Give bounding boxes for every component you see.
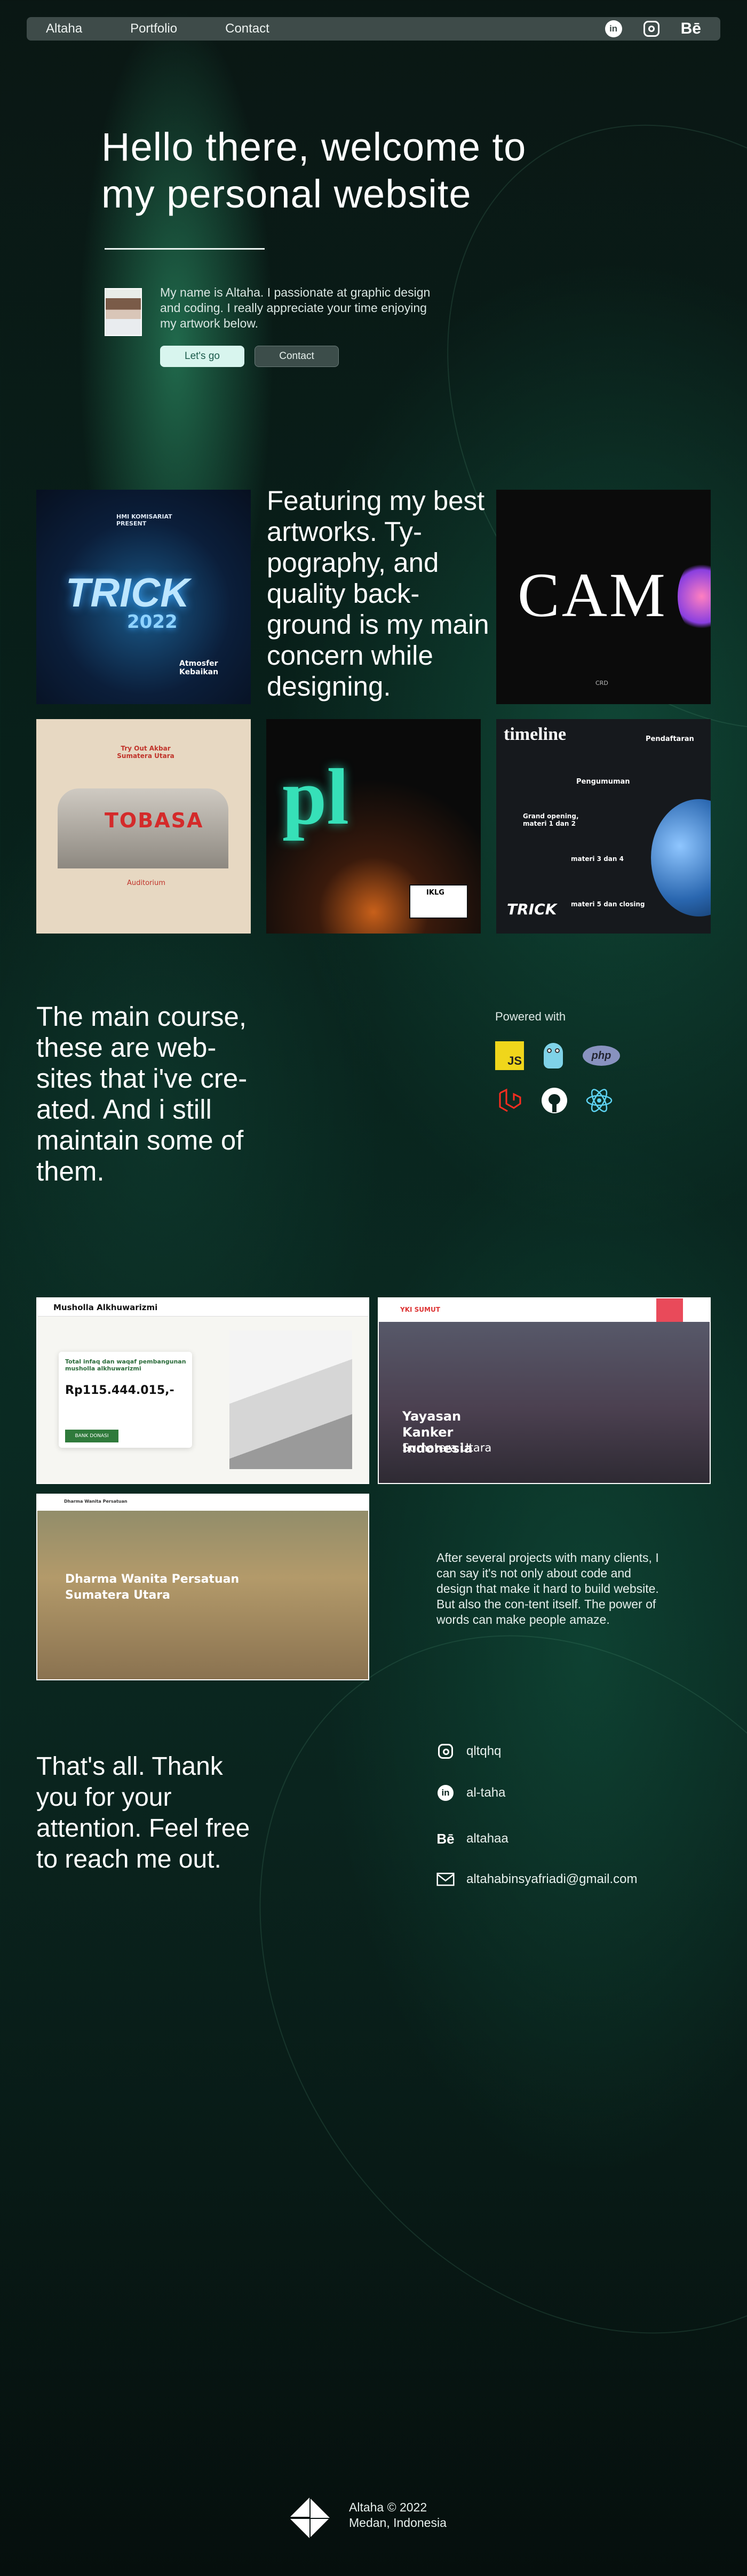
- artwork-small-text: CRD: [595, 680, 608, 687]
- sites-description: After several projects with many clients…: [436, 1551, 659, 1626]
- footer-logo-icon: [288, 2497, 331, 2539]
- artwork-tryout[interactable]: Try Out Akbar Sumatera Utara TOBASA Audi…: [36, 719, 251, 934]
- php-label: php: [583, 1046, 620, 1066]
- site-subtitle: Sumatera Utara: [402, 1441, 492, 1454]
- site-header-button[interactable]: [656, 1298, 683, 1322]
- nav-link-portfolio[interactable]: Portfolio: [130, 21, 177, 36]
- artwork-top-text: HMI KOMISARIAT PRESENT: [116, 513, 172, 527]
- site-title: Dharma Wanita Persatuan: [65, 1573, 240, 1586]
- contact-button[interactable]: Contact: [255, 346, 339, 367]
- artwork-cam[interactable]: CAM CRD: [496, 490, 711, 704]
- artwork-small-text: Auditorium: [127, 879, 165, 887]
- artwork-swirl: [678, 559, 711, 634]
- thanks-heading: That's all. Thank you for your attention…: [36, 1752, 250, 1873]
- artwork-title: TRICK: [66, 570, 190, 616]
- powered-with-label: Powered with: [495, 1010, 566, 1023]
- golang-icon: [539, 1041, 568, 1070]
- intro-text: My name is Altaha. I passionate at graph…: [160, 285, 431, 330]
- timeline-item: materi 5 dan closing: [571, 900, 645, 908]
- instagram-icon: [436, 1742, 455, 1760]
- top-nav: Altaha Portfolio Contact in Bē: [27, 17, 720, 41]
- site-card-label: Total infaq dan waqaf pembangunan mushol…: [65, 1358, 186, 1372]
- artwork-trick[interactable]: HMI KOMISARIAT PRESENT TRICK 2022 Atmosf…: [36, 490, 251, 704]
- nav-link-home[interactable]: Altaha: [46, 21, 82, 36]
- github-icon: [540, 1086, 569, 1115]
- site-cta-button[interactable]: BANK DONASI: [65, 1430, 118, 1442]
- contact-behance[interactable]: Bē altahaa: [436, 1830, 508, 1848]
- site-amount: Rp115.444.015,-: [65, 1384, 174, 1397]
- behance-icon: Bē: [436, 1830, 455, 1847]
- site-brand: YKI SUMUT: [400, 1306, 440, 1313]
- footer-location: Medan, Indonesia: [349, 2516, 447, 2530]
- course-heading: The main course, these are web-sites tha…: [36, 1001, 248, 1186]
- artwork-earth: [651, 799, 711, 916]
- hero-divider: [105, 248, 265, 250]
- footer-copyright: Altaha © 2022: [349, 2500, 427, 2514]
- php-icon: php: [582, 1041, 621, 1070]
- lets-go-button[interactable]: Let's go: [160, 346, 244, 367]
- footer-text: Altaha © 2022 Medan, Indonesia: [349, 2500, 447, 2531]
- linkedin-icon: in: [436, 1784, 455, 1802]
- avatar: [105, 288, 142, 336]
- artwork-timeline[interactable]: timeline Pendaftaran Pengumuman Grand op…: [496, 719, 711, 934]
- timeline-item: materi 3 dan 4: [571, 855, 624, 863]
- mail-icon: [436, 1870, 455, 1888]
- contact-instagram[interactable]: qltqhq: [436, 1742, 501, 1760]
- site-subtitle: Sumatera Utara: [65, 1589, 170, 1602]
- laravel-icon: [495, 1086, 524, 1115]
- nav-link-contact[interactable]: Contact: [225, 21, 269, 36]
- artwork-title: timeline: [504, 724, 567, 744]
- contact-label: al-taha: [466, 1785, 506, 1800]
- artwork-big-text: TOBASA: [105, 809, 204, 832]
- artwork-brand: TRICK: [507, 900, 557, 918]
- contact-label: qltqhq: [466, 1744, 502, 1758]
- site-musholla[interactable]: Musholla Alkhuwarizmi Total infaq dan wa…: [36, 1297, 369, 1484]
- contact-linkedin[interactable]: in al-taha: [436, 1784, 505, 1802]
- react-icon: [585, 1086, 614, 1115]
- linkedin-icon[interactable]: in: [605, 20, 622, 37]
- artwork-small-text: Atmosfer Kebaikan: [179, 659, 219, 676]
- artwork-small-text: IKLG: [426, 889, 444, 897]
- contact-email[interactable]: altahabinsyafriadi@gmail.com: [436, 1870, 638, 1888]
- artwork-title: pl: [282, 753, 349, 841]
- artwork-subtitle: 2022: [127, 611, 178, 633]
- behance-icon[interactable]: Bē: [681, 20, 701, 38]
- contact-label: altahabinsyafriadi@gmail.com: [466, 1872, 638, 1886]
- instagram-icon[interactable]: [643, 21, 659, 37]
- site-house-image: [229, 1330, 352, 1469]
- nav-social: in Bē: [605, 20, 701, 38]
- site-brand-small: Dharma Wanita Persatuan: [64, 1499, 128, 1504]
- artwork-title: Try Out Akbar Sumatera Utara: [117, 745, 174, 760]
- artwork-title: CAM: [518, 560, 667, 630]
- contact-label: altahaa: [466, 1831, 508, 1846]
- site-yki[interactable]: YKI SUMUT Yayasan Kanker Indonesia Sumat…: [378, 1297, 711, 1484]
- timeline-item: Pengumuman: [576, 778, 630, 786]
- timeline-item: Grand opening, materi 1 dan 2: [523, 812, 579, 827]
- js-icon: JS: [495, 1041, 524, 1070]
- hero-title: Hello there, welcome to my personal webs…: [101, 125, 527, 216]
- site-dwp[interactable]: Dharma Wanita Persatuan Dharma Wanita Pe…: [36, 1494, 369, 1680]
- gallery-heading: Featuring my best artworks. Ty-pography,…: [267, 485, 489, 701]
- site-brand: Musholla Alkhuwarizmi: [53, 1303, 158, 1312]
- artwork-pl[interactable]: pl IKLG: [266, 719, 481, 934]
- timeline-item: Pendaftaran: [646, 735, 694, 743]
